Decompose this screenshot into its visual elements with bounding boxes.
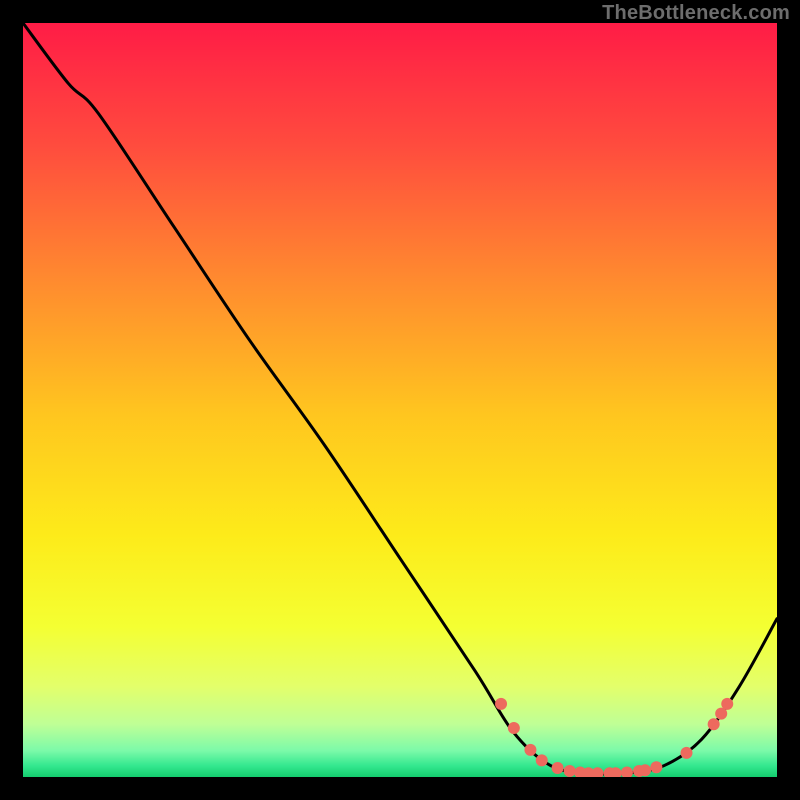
bottleneck-chart — [23, 23, 777, 777]
marker-point — [650, 761, 662, 773]
marker-point — [508, 722, 520, 734]
marker-point — [639, 764, 651, 776]
chart-stage: TheBottleneck.com — [0, 0, 800, 800]
marker-point — [524, 744, 536, 756]
chart-background — [23, 23, 777, 777]
marker-point — [495, 698, 507, 710]
marker-point — [536, 754, 548, 766]
marker-point — [681, 747, 693, 759]
marker-point — [721, 698, 733, 710]
marker-point — [552, 762, 564, 774]
marker-point — [564, 765, 576, 777]
marker-point — [708, 718, 720, 730]
attribution-label: TheBottleneck.com — [602, 2, 790, 25]
